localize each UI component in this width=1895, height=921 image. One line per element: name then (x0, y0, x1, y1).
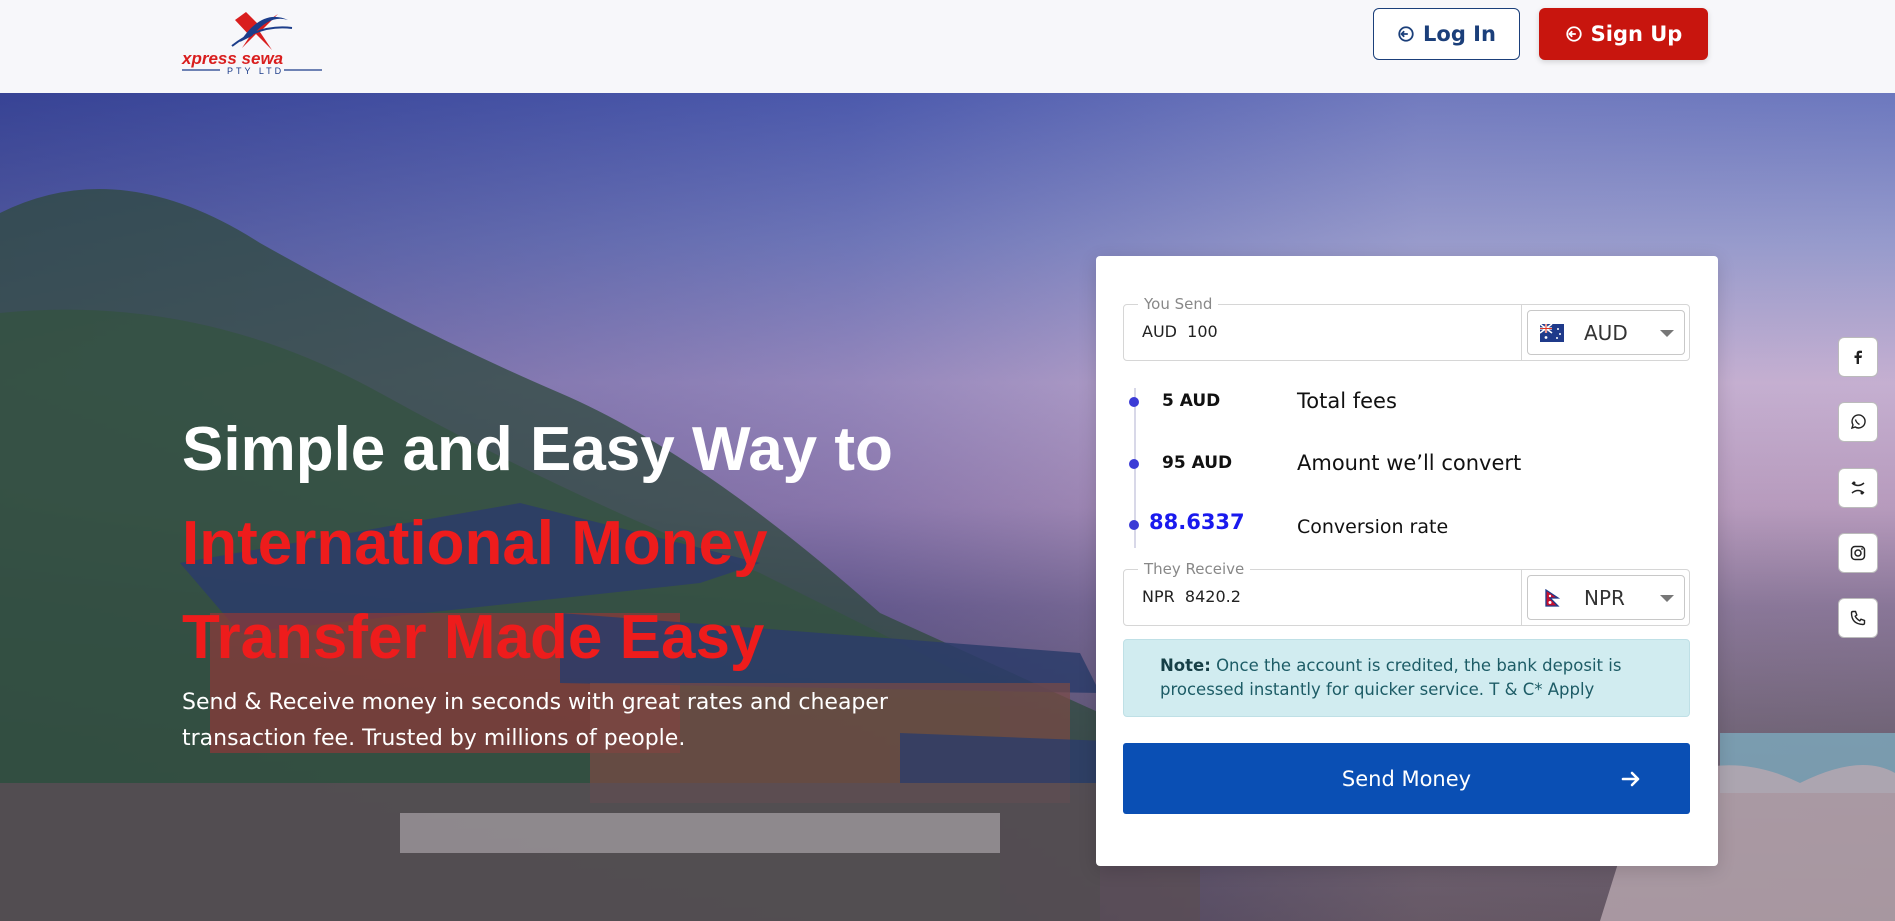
hero-subtext: Send & Receive money in seconds with gre… (182, 690, 888, 751)
instagram-icon (1850, 545, 1866, 561)
australia-flag-icon (1540, 323, 1564, 342)
hero-headline: Simple and Easy Way to International Mon… (182, 403, 893, 685)
send-money-label: Send Money (1341, 766, 1472, 791)
chevron-down-icon (1660, 595, 1674, 602)
receive-amount-input[interactable]: NPR 8420.2 (1142, 587, 1241, 606)
send-currency-code: AUD (1584, 320, 1628, 345)
headline-line-1: Simple and Easy Way to (182, 415, 893, 484)
receive-currency-select[interactable]: NPR (1527, 575, 1685, 620)
login-button[interactable]: Log In (1373, 8, 1520, 60)
rate-label: Conversion rate (1297, 516, 1449, 538)
phone-button[interactable] (1838, 598, 1878, 638)
note-text: Once the account is credited, the bank d… (1160, 656, 1622, 699)
fee-label: Total fees (1297, 389, 1397, 413)
headline-line-2: International Money (182, 509, 768, 578)
viber-icon (1851, 481, 1865, 495)
viber-button[interactable] (1838, 468, 1878, 508)
headline-line-3: Transfer Made Easy (182, 603, 765, 672)
signup-button[interactable]: Sign Up (1539, 8, 1708, 60)
login-label: Log In (1423, 22, 1496, 46)
receive-legend: They Receive (1138, 560, 1251, 578)
converter-card: You Send AUD 100 AUD 5 AUD Total fees 95… (1096, 256, 1718, 866)
nepal-flag-icon (1545, 588, 1561, 607)
send-amount-input[interactable]: AUD 100 (1142, 322, 1218, 341)
convert-amount-value: 95 AUD (1162, 453, 1233, 473)
chevron-down-icon (1660, 330, 1674, 337)
send-money-button[interactable]: Send Money (1123, 743, 1690, 814)
signup-label: Sign Up (1590, 22, 1683, 46)
facebook-button[interactable] (1838, 337, 1878, 377)
fee-row: 5 AUD Total fees (1123, 387, 1690, 417)
site-header: xpress sewa PTY LTD Log In Sign Up (0, 0, 1895, 93)
receive-amount-field[interactable]: They Receive NPR 8420.2 NPR (1123, 560, 1690, 626)
note-bold: Note: (1160, 656, 1211, 675)
whatsapp-icon (1850, 414, 1866, 430)
logo[interactable]: xpress sewa PTY LTD (180, 6, 330, 82)
login-icon (1398, 26, 1414, 42)
fee-value: 5 AUD (1162, 391, 1221, 411)
arrow-right-icon (1621, 771, 1640, 787)
receive-currency-code: NPR (1584, 585, 1625, 610)
convert-amount-label: Amount we’ll convert (1297, 451, 1522, 475)
info-note: Note: Once the account is credited, the … (1123, 639, 1690, 717)
send-legend: You Send (1138, 295, 1219, 313)
logo-mark: xpress sewa PTY LTD (181, 12, 322, 76)
send-amount-field[interactable]: You Send AUD 100 AUD (1123, 295, 1690, 361)
instagram-button[interactable] (1838, 533, 1878, 573)
whatsapp-button[interactable] (1838, 402, 1878, 442)
send-currency-select[interactable]: AUD (1527, 310, 1685, 355)
rate-row: 88.6337 Conversion rate (1123, 510, 1690, 540)
phone-icon (1850, 610, 1866, 626)
convert-amount-row: 95 AUD Amount we’ll convert (1123, 449, 1690, 479)
rate-value: 88.6337 (1149, 510, 1245, 534)
logo-subtext: PTY LTD (227, 66, 284, 76)
facebook-icon (1854, 350, 1862, 364)
signup-icon (1565, 26, 1582, 42)
